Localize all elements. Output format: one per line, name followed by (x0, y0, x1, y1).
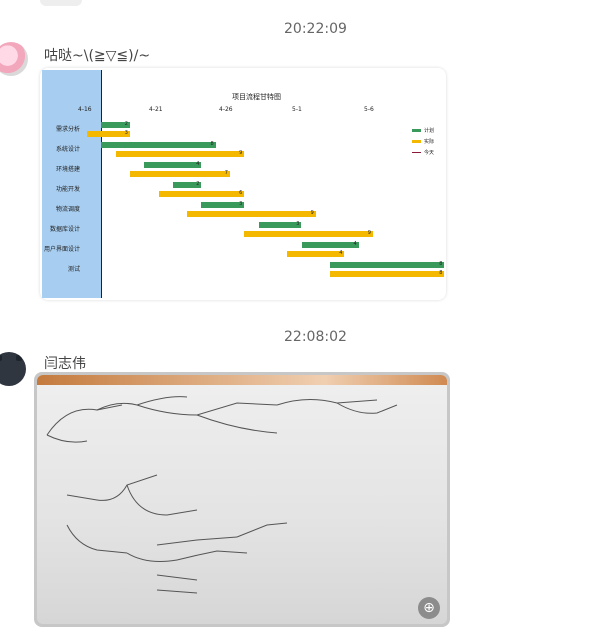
bar-value-label: 6 (239, 190, 243, 196)
bar-value-label: 7 (224, 170, 228, 176)
zoom-in-icon[interactable]: ⊕ (418, 597, 440, 619)
gantt-bar: 9 (115, 150, 245, 157)
y-category-label: 测试 (67, 266, 80, 273)
bar-value-label: 4 (339, 250, 343, 256)
bar-value-label: 4 (353, 241, 357, 247)
bar-value-label: 9 (310, 210, 314, 216)
sender-name: 闫志伟 (44, 356, 86, 372)
y-category-label: 功能开发 (55, 186, 80, 193)
sender-avatar[interactable] (0, 352, 26, 386)
y-category-label: 需求分析 (55, 126, 80, 133)
gantt-chart: 项目流程甘特图 4-16 4-21 4-26 5-1 5-6 需求分析系统设计环… (42, 70, 444, 298)
sender-name: 咕哒~\(≧▽≦)/~ (44, 48, 151, 64)
bar-value-label: 8 (210, 141, 214, 147)
gantt-bar: 7 (129, 170, 230, 177)
bar-value-label: 3 (296, 221, 300, 227)
gantt-bar: 4 (301, 241, 359, 248)
chart-image-message[interactable]: 项目流程甘特图 4-16 4-21 4-26 5-1 5-6 需求分析系统设计环… (40, 68, 446, 300)
previous-message-bubble[interactable] (40, 0, 82, 6)
gantt-bar: 2 (172, 181, 202, 188)
legend-swatch-today (411, 152, 421, 153)
photo-image-message[interactable] (34, 372, 450, 627)
bar-value-label: 8 (439, 261, 443, 267)
legend-label: 今天 (423, 150, 434, 156)
bar-value-label: 2 (124, 121, 128, 127)
cat-avatar-icon (0, 355, 2, 361)
gantt-bar: 8 (101, 141, 216, 148)
x-tick: 5-1 (292, 106, 302, 113)
bar-value-label: 2 (196, 181, 200, 187)
x-tick: 4-16 (78, 106, 92, 113)
cat-ear (16, 355, 22, 361)
legend-label: 实际 (423, 139, 434, 145)
gantt-bar: 3 (201, 201, 245, 208)
gantt-bar: 8 (330, 270, 444, 277)
bar-value-label: 3 (124, 130, 128, 136)
x-tick: 4-26 (219, 106, 233, 113)
gantt-bar: 4 (287, 250, 345, 257)
gantt-bar: 9 (187, 210, 316, 217)
x-tick: 5-6 (364, 106, 374, 113)
gantt-bar: 3 (258, 221, 302, 228)
y-category-label: 用户界面设计 (43, 246, 80, 253)
handwriting-sketch (46, 396, 398, 594)
chart-title: 项目流程甘特图 (232, 93, 281, 101)
message-timestamp: 20:22:09 (284, 21, 347, 37)
bar-value-label: 9 (239, 150, 243, 156)
gantt-bar: 4 (144, 161, 202, 168)
bar-value-label: 9 (367, 230, 371, 236)
legend-swatch-actual (411, 140, 421, 143)
gantt-bar: 8 (330, 261, 444, 268)
bar-value-label: 4 (196, 161, 200, 167)
y-category-label: 环境搭建 (55, 166, 80, 173)
gantt-bar: 2 (101, 121, 130, 128)
message-timestamp: 22:08:02 (284, 329, 347, 345)
bar-value-label: 8 (439, 270, 443, 276)
gantt-bar: 9 (244, 230, 373, 237)
y-category-label: 数据库设计 (49, 226, 80, 233)
bar-value-label: 3 (239, 201, 243, 207)
y-category-label: 系统设计 (55, 146, 80, 153)
handwritten-mindmap-photo (37, 375, 447, 624)
x-tick: 4-21 (149, 106, 163, 113)
y-category-label: 物流调度 (55, 206, 80, 213)
legend-swatch-plan (411, 129, 421, 132)
gantt-bar: 6 (158, 190, 245, 197)
chart-legend: 计划 实际 今天 (411, 126, 434, 159)
gantt-bar: 3 (87, 130, 130, 137)
sender-avatar[interactable] (0, 42, 28, 76)
legend-label: 计划 (423, 128, 434, 134)
